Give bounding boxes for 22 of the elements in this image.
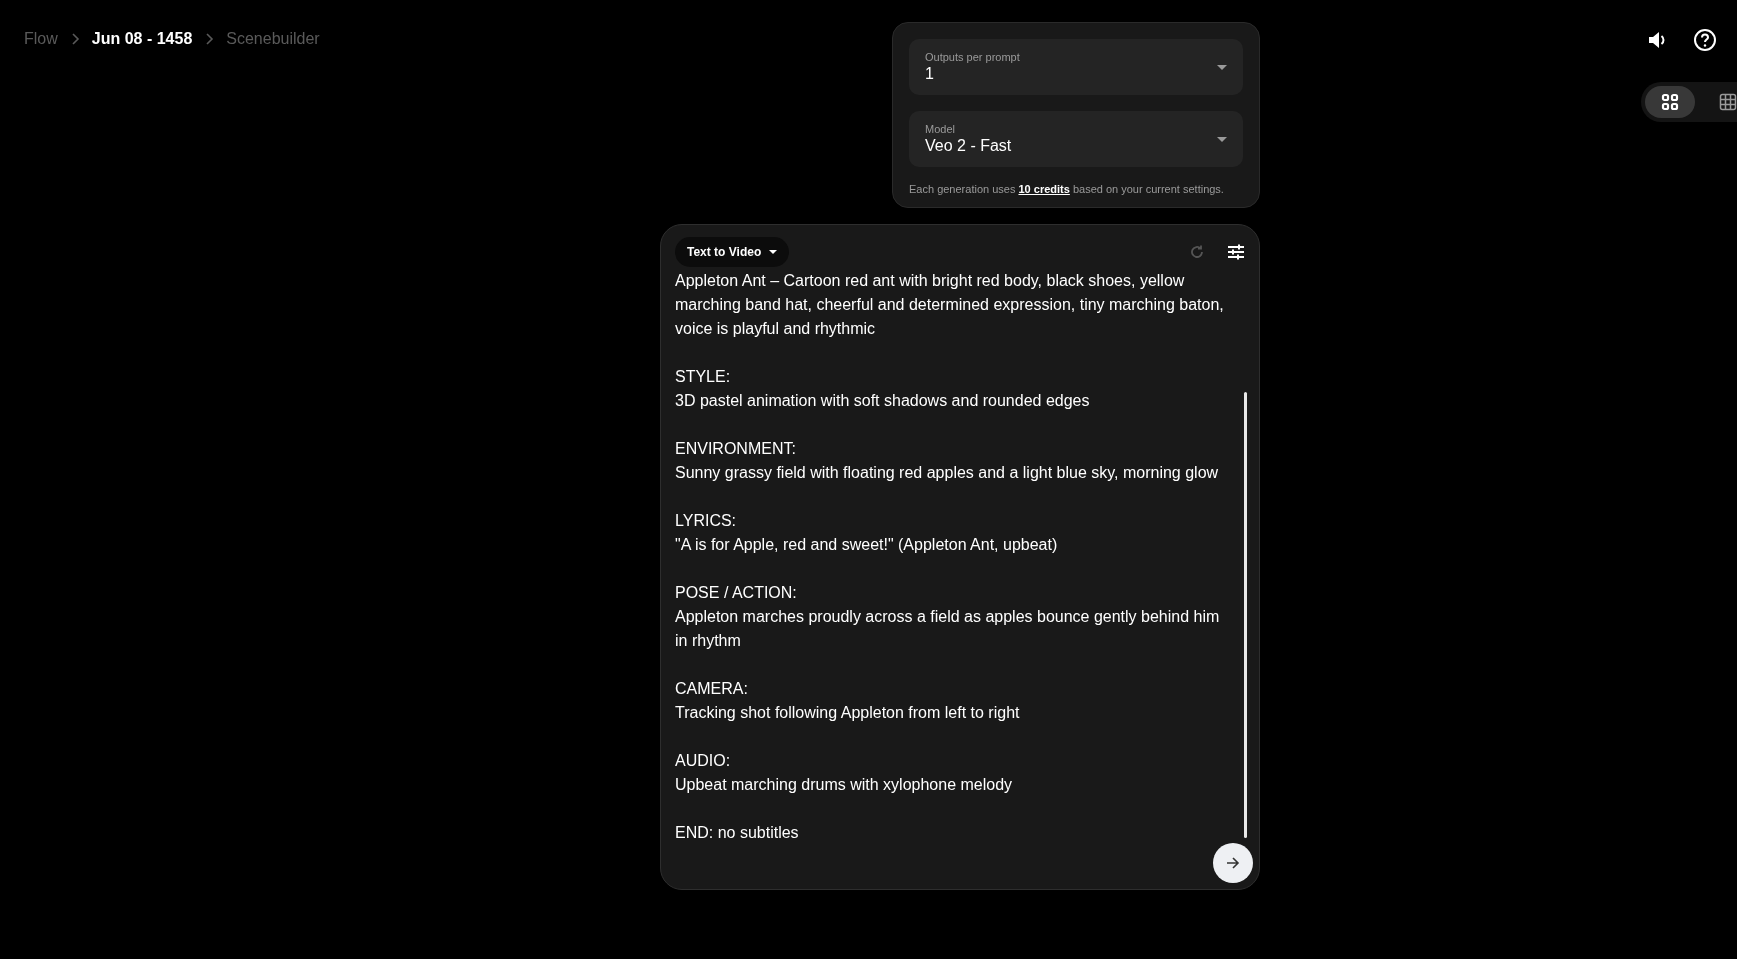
caret-icon bbox=[769, 250, 778, 254]
arrow-right-icon bbox=[1226, 857, 1240, 869]
caret-icon bbox=[1217, 64, 1227, 70]
four-squares-icon bbox=[1661, 93, 1679, 111]
view-button[interactable] bbox=[1645, 86, 1695, 118]
scrollbar-thumb[interactable] bbox=[1244, 392, 1247, 838]
dropdown-field[interactable]: Outputs per prompt 1 bbox=[909, 39, 1243, 95]
field-label: Outputs per prompt bbox=[925, 51, 1020, 63]
caret-icon bbox=[1217, 136, 1227, 142]
grid-icon bbox=[1719, 93, 1737, 111]
credits-link[interactable]: 10 credits bbox=[1018, 183, 1070, 195]
dropdown-field[interactable]: Model Veo 2 - Fast bbox=[909, 111, 1243, 167]
credits-note: Each generation uses 10 credits based on your current settings. bbox=[909, 183, 1225, 195]
mode-dropdown[interactable]: Text to Video bbox=[675, 237, 790, 267]
sliders-icon[interactable] bbox=[1227, 244, 1245, 260]
send-button[interactable] bbox=[1213, 843, 1253, 883]
breadcrumb-link[interactable]: Jun 08 - 1458 bbox=[91, 30, 193, 48]
field-value: 1 bbox=[925, 65, 935, 83]
field-value: Veo 2 - Fast bbox=[925, 137, 1012, 155]
help-icon[interactable] bbox=[1693, 28, 1717, 52]
field-label: Model bbox=[925, 123, 956, 135]
prompt-text[interactable]: Appleton Ant – Cartoon red ant with bright red body, black shoes, yellow marching band hat, cheerful and determined expression, tiny marching baton, voice is playful and rhythmic STYLE: 3D pastel animation with soft shadows and rounded edges ENVIRONMENT: Sunny grassy field with floating red apples and a light blue sky, morning glow LYRICS: "A is for Apple, red and sweet!" (Appleton Ant, upbeat) POSE / ACTION: Appleton marches proudly across a field as apples bounce gently behind him in rhythm CAMERA: Tracking shot following Appleton from left to right AUDIO: Upbeat marching drums with xylophone melody END: no subtitles bbox=[675, 267, 1243, 879]
